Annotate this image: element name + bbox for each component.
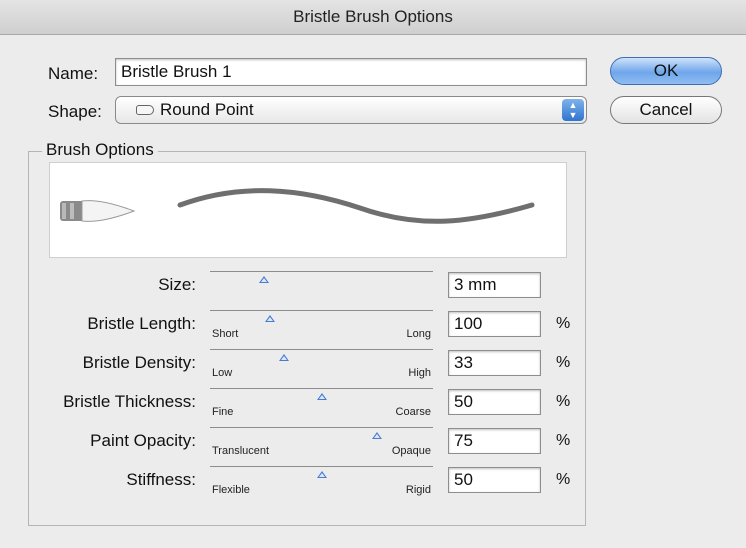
wavy-stroke bbox=[177, 188, 535, 224]
round-point-tip-icon bbox=[136, 105, 154, 115]
slider-thumb[interactable] bbox=[258, 276, 269, 283]
slider-label: Bristle Thickness: bbox=[63, 392, 196, 411]
shape-label: Shape: bbox=[48, 102, 102, 121]
slider-label: Stiffness: bbox=[126, 470, 196, 489]
slider-max-label: High bbox=[408, 367, 431, 379]
slider-thumb[interactable] bbox=[278, 354, 289, 361]
percent-unit-label: % bbox=[556, 393, 571, 410]
preview-canvas bbox=[60, 188, 535, 224]
up-down-arrows-icon: ▲ ▼ bbox=[562, 99, 584, 121]
slider-thumb[interactable] bbox=[265, 315, 276, 322]
brush-preview bbox=[49, 162, 567, 258]
slider-value-input[interactable] bbox=[448, 311, 541, 337]
percent-unit-label: % bbox=[556, 432, 571, 449]
slider-track[interactable] bbox=[210, 310, 433, 311]
slider-max-label: Coarse bbox=[395, 406, 431, 418]
shape-select[interactable]: Round Point ▲ ▼ bbox=[115, 96, 587, 124]
slider-max-label: Long bbox=[406, 328, 431, 340]
slider-label: Size: bbox=[158, 275, 196, 294]
name-label: Name: bbox=[48, 64, 99, 83]
percent-unit-label: % bbox=[556, 471, 571, 488]
slider-track[interactable] bbox=[210, 349, 433, 350]
bristle-brush-icon bbox=[60, 200, 136, 222]
slider-max-label: Rigid bbox=[405, 484, 431, 496]
slider-value-input[interactable] bbox=[448, 428, 541, 454]
slider-track[interactable] bbox=[210, 388, 433, 389]
percent-unit-label: % bbox=[556, 354, 571, 371]
slider-thumb[interactable] bbox=[316, 393, 327, 400]
cancel-button[interactable]: Cancel bbox=[610, 96, 722, 124]
window-title: Bristle Brush Options bbox=[293, 7, 453, 26]
slider-value-input[interactable] bbox=[448, 350, 541, 376]
ok-button[interactable]: OK bbox=[610, 57, 722, 85]
slider-max-label: Opaque bbox=[391, 445, 431, 457]
slider-label: Bristle Density: bbox=[82, 353, 196, 372]
shape-select-value: Round Point bbox=[160, 100, 254, 119]
slider-track[interactable] bbox=[210, 466, 433, 467]
slider-thumb[interactable] bbox=[372, 432, 383, 439]
brush-options-title: Brush Options bbox=[42, 140, 158, 160]
slider-label: Bristle Length: bbox=[87, 314, 196, 333]
slider-track[interactable] bbox=[210, 271, 433, 272]
name-input[interactable] bbox=[115, 58, 587, 86]
slider-track[interactable] bbox=[210, 427, 433, 428]
slider-value-input[interactable] bbox=[448, 389, 541, 415]
percent-unit-label: % bbox=[556, 315, 571, 332]
slider-thumb[interactable] bbox=[316, 471, 327, 478]
slider-label: Paint Opacity: bbox=[90, 431, 196, 450]
slider-value-input[interactable] bbox=[448, 272, 541, 298]
slider-value-input[interactable] bbox=[448, 467, 541, 493]
